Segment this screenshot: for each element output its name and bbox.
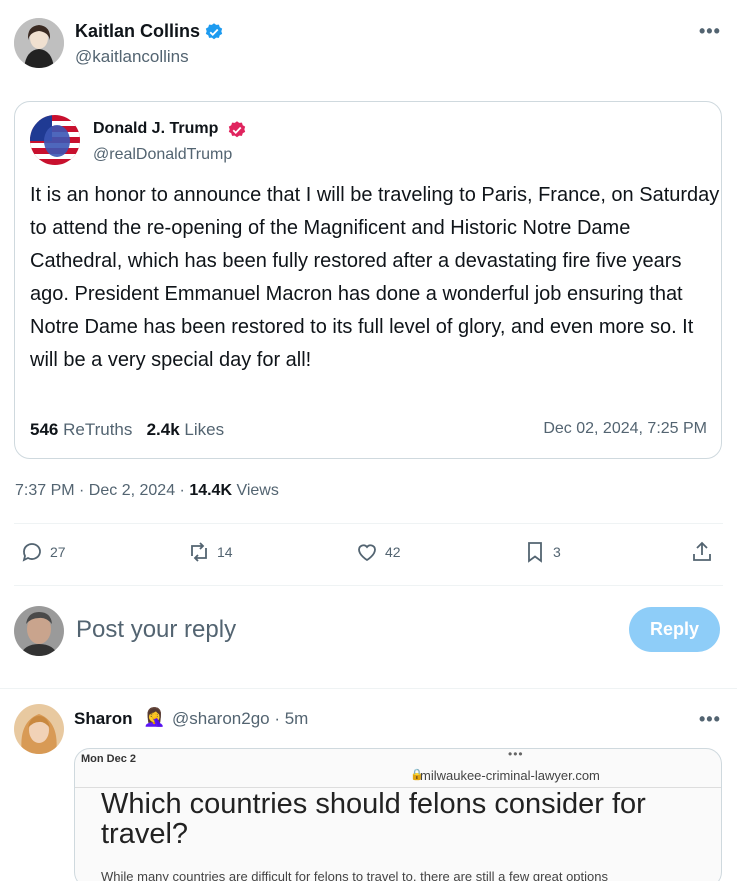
verified-badge-icon <box>205 23 223 40</box>
bookmark-action-button[interactable]: 3 <box>523 540 561 564</box>
media-dots: ••• <box>508 748 524 761</box>
quote-author-name[interactable]: Donald J. Trump <box>93 120 218 138</box>
heart-icon <box>358 544 376 562</box>
like-count: 42 <box>385 544 401 560</box>
reply-media-image[interactable]: Mon Dec 2 ••• 🔒 milwaukee-criminal-lawye… <box>74 748 722 881</box>
more-options-icon[interactable]: ••• <box>699 710 721 728</box>
section-separator <box>0 688 737 689</box>
quote-likes-label: Likes <box>184 420 225 439</box>
retruths-count: 546 <box>30 420 59 439</box>
reply-author-name[interactable]: Sharon <box>74 709 133 729</box>
quoted-post-card[interactable]: Donald J. Trump @realDonaldTrump It is a… <box>14 101 722 459</box>
views-count: 14.4K <box>189 482 233 499</box>
author-handle[interactable]: @kaitlancollins <box>75 47 189 67</box>
share-icon <box>693 541 711 561</box>
post-meta: 7:37 PM · Dec 2, 2024 · 14.4K Views <box>15 482 279 500</box>
verified-badge-icon <box>228 121 246 138</box>
divider <box>14 523 723 524</box>
share-action-button[interactable] <box>690 540 720 564</box>
reply-action-button[interactable]: 27 <box>20 540 66 564</box>
repost-icon <box>191 542 207 562</box>
current-user-avatar[interactable] <box>14 606 64 656</box>
quote-likes-count: 2.4k <box>146 420 180 439</box>
reply-author-emoji: 🤦‍♀️ <box>143 707 166 727</box>
reply-author-avatar[interactable] <box>14 704 64 754</box>
reply-count: 27 <box>50 544 66 560</box>
media-url: milwaukee-criminal-lawyer.com <box>420 768 600 783</box>
views-label: Views <box>236 482 279 499</box>
reply-button[interactable]: Reply <box>629 607 720 652</box>
media-heading: Which countries should felons consider f… <box>101 788 646 850</box>
quote-author-handle[interactable]: @realDonaldTrump <box>93 146 232 164</box>
comment-icon <box>22 543 41 562</box>
quote-date: Dec 02, 2024, 7:25 PM <box>543 420 707 437</box>
reply-input[interactable]: Post your reply <box>76 616 236 644</box>
more-options-icon[interactable]: ••• <box>699 22 721 40</box>
author-name[interactable]: Kaitlan Collins <box>75 21 200 42</box>
quote-text: It is an honor to announce that I will b… <box>30 184 720 371</box>
repost-count: 14 <box>217 544 233 560</box>
quote-avatar[interactable] <box>30 115 80 165</box>
media-body: While many countries are difficult for f… <box>101 869 608 881</box>
bookmark-icon <box>528 542 542 563</box>
repost-action-button[interactable]: 14 <box>187 540 233 564</box>
post-timestamp[interactable]: 7:37 PM · Dec 2, 2024 · <box>15 482 189 499</box>
bookmark-count: 3 <box>553 544 561 560</box>
retruths-label: ReTruths <box>63 420 133 439</box>
divider <box>14 585 723 586</box>
media-status-date: Mon Dec 2 <box>81 753 137 765</box>
author-avatar[interactable] <box>14 18 64 68</box>
reply-author-handle[interactable]: @sharon2go · 5m <box>172 709 308 729</box>
like-action-button[interactable]: 42 <box>355 540 401 564</box>
quote-stats: 546 ReTruths 2.4k Likes <box>30 420 224 440</box>
